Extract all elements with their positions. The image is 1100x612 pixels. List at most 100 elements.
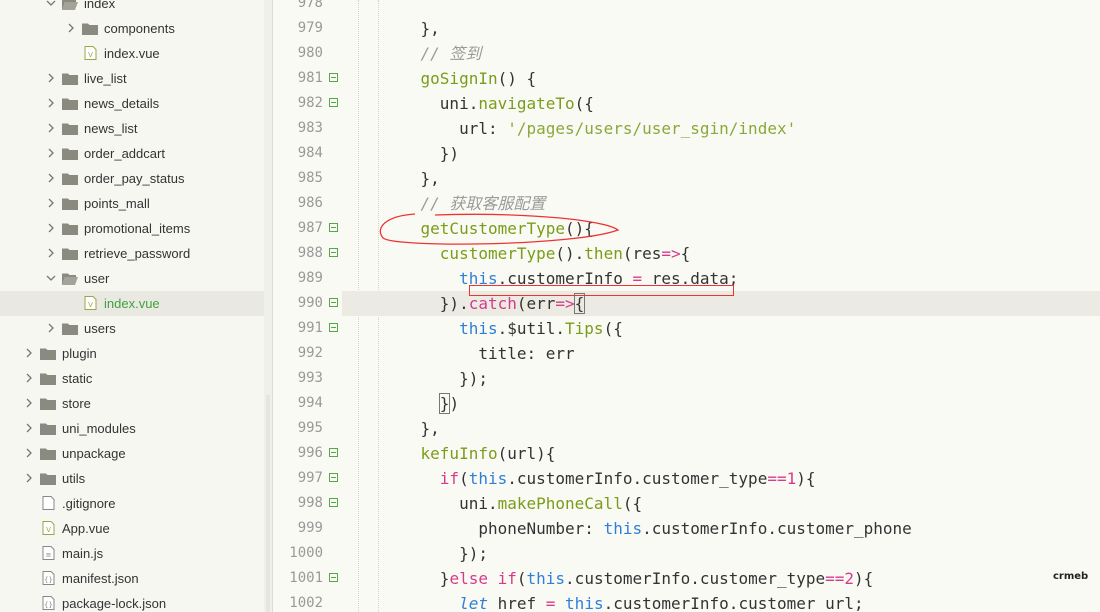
chevron-right-icon[interactable] <box>46 123 56 133</box>
code-line[interactable]: 1000 }); <box>273 541 1100 566</box>
chevron-down-icon[interactable] <box>46 0 56 8</box>
code-line[interactable]: 994 }) <box>273 391 1100 416</box>
tree-item[interactable]: components <box>0 16 264 41</box>
tree-item[interactable]: users <box>0 316 264 341</box>
fold-toggle-icon[interactable] <box>329 498 338 507</box>
tree-item-label: store <box>62 396 91 411</box>
tree-item[interactable]: uni_modules <box>0 416 264 441</box>
tree-item-label: points_mall <box>84 196 150 211</box>
code-line[interactable]: 983 url: '/pages/users/user_sgin/index' <box>273 116 1100 141</box>
code-token: let <box>459 594 488 612</box>
folder-icon <box>62 222 78 235</box>
fold-toggle-icon[interactable] <box>329 573 338 582</box>
tree-item-label: .gitignore <box>62 496 116 511</box>
code-line[interactable]: 991 this.$util.Tips({ <box>273 316 1100 341</box>
code-token: }). <box>382 294 469 313</box>
fold-toggle-icon[interactable] <box>329 248 338 257</box>
tree-item[interactable]: news_list <box>0 116 264 141</box>
svg-text:V: V <box>46 526 51 534</box>
code-text: }, <box>382 166 440 191</box>
tree-item[interactable]: live_list <box>0 66 264 91</box>
tree-item[interactable]: {} manifest.json <box>0 566 264 591</box>
tree-item[interactable]: points_mall <box>0 191 264 216</box>
chevron-right-icon[interactable] <box>46 173 56 183</box>
code-text: }); <box>382 366 488 391</box>
sidebar-scrollbar-thumb[interactable] <box>266 395 270 612</box>
code-text: }, <box>382 16 440 41</box>
chevron-right-icon[interactable] <box>24 398 34 408</box>
code-token: ({ <box>622 494 643 513</box>
code-token: == <box>767 469 787 488</box>
code-line[interactable]: 985 }, <box>273 166 1100 191</box>
code-line[interactable]: 984 }) <box>273 141 1100 166</box>
tree-item[interactable]: order_addcart <box>0 141 264 166</box>
fold-toggle-icon[interactable] <box>329 448 338 457</box>
fold-toggle-icon[interactable] <box>329 298 338 307</box>
code-text: }) <box>382 141 459 166</box>
fold-toggle-icon[interactable] <box>329 73 338 82</box>
fold-toggle-icon[interactable] <box>329 98 338 107</box>
code-text: phoneNumber: this.customerInfo.customer_… <box>382 516 911 541</box>
tree-item[interactable]: {} package-lock.json <box>0 591 264 612</box>
code-line[interactable]: 998 uni.makePhoneCall({ <box>273 491 1100 516</box>
tree-item[interactable]: plugin <box>0 341 264 366</box>
tree-item[interactable]: unpackage <box>0 441 264 466</box>
chevron-right-icon[interactable] <box>46 223 56 233</box>
chevron-right-icon[interactable] <box>24 473 34 483</box>
code-line[interactable]: 996 kefuInfo(url){ <box>273 441 1100 466</box>
tree-item[interactable]: store <box>0 391 264 416</box>
chevron-right-icon[interactable] <box>66 23 76 33</box>
code-token: (err <box>516 294 556 313</box>
tree-item[interactable]: Vindex.vue <box>0 41 264 66</box>
tree-item[interactable]: static <box>0 366 264 391</box>
chevron-down-icon[interactable] <box>46 273 56 283</box>
code-line[interactable]: 978 <box>273 0 1100 16</box>
code-line[interactable]: 997 if(this.customerInfo.customer_type==… <box>273 466 1100 491</box>
tree-item[interactable]: news_details <box>0 91 264 116</box>
fold-toggle-icon[interactable] <box>329 473 338 482</box>
folder-icon <box>62 197 78 210</box>
tree-item[interactable]: user <box>0 266 264 291</box>
sidebar-scrollbar[interactable] <box>264 0 272 612</box>
tree-item[interactable]: ≡ main.js <box>0 541 264 566</box>
chevron-right-icon[interactable] <box>46 198 56 208</box>
chevron-right-icon[interactable] <box>24 373 34 383</box>
code-line[interactable]: 982 uni.navigateTo({ <box>273 91 1100 116</box>
tree-item[interactable]: .gitignore <box>0 491 264 516</box>
tree-item-label: retrieve_password <box>84 246 191 261</box>
code-line[interactable]: 992 title: err <box>273 341 1100 366</box>
chevron-right-icon[interactable] <box>24 348 34 358</box>
chevron-right-icon[interactable] <box>46 73 56 83</box>
tree-item[interactable]: index <box>0 0 264 16</box>
tree-item[interactable]: order_pay_status <box>0 166 264 191</box>
chevron-right-icon[interactable] <box>46 148 56 158</box>
code-editor[interactable]: 978 979 }, 980 // 签到 981 goSignIn() {982 un… <box>273 0 1100 612</box>
code-line[interactable]: 981 goSignIn() { <box>273 66 1100 91</box>
fold-toggle-icon[interactable] <box>329 323 338 332</box>
code-line[interactable]: 979 }, <box>273 16 1100 41</box>
tree-item-label: unpackage <box>62 446 126 461</box>
code-line[interactable]: 1001 }else if(this.customerInfo.customer… <box>273 566 1100 591</box>
tree-item[interactable]: V App.vue <box>0 516 264 541</box>
chevron-right-icon[interactable] <box>24 423 34 433</box>
tree-item[interactable]: utils <box>0 466 264 491</box>
code-line[interactable]: 980 // 签到 <box>273 41 1100 66</box>
chevron-right-icon[interactable] <box>46 98 56 108</box>
fold-toggle-icon[interactable] <box>329 223 338 232</box>
code-line[interactable]: 995 }, <box>273 416 1100 441</box>
tree-item[interactable]: retrieve_password <box>0 241 264 266</box>
folder-icon <box>62 72 78 85</box>
chevron-right-icon[interactable] <box>46 323 56 333</box>
svg-text:{}: {} <box>44 601 53 609</box>
code-line[interactable]: 1002 let href = this.customerInfo.custom… <box>273 591 1100 612</box>
chevron-right-icon[interactable] <box>24 448 34 458</box>
code-line[interactable]: 999 phoneNumber: this.customerInfo.custo… <box>273 516 1100 541</box>
code-token: this <box>526 569 566 588</box>
tree-item[interactable]: promotional_items <box>0 216 264 241</box>
code-text: kefuInfo(url){ <box>382 441 556 466</box>
tree-item[interactable]: Vindex.vue <box>0 291 264 316</box>
chevron-right-icon[interactable] <box>46 248 56 258</box>
code-line[interactable]: 993 }); <box>273 366 1100 391</box>
